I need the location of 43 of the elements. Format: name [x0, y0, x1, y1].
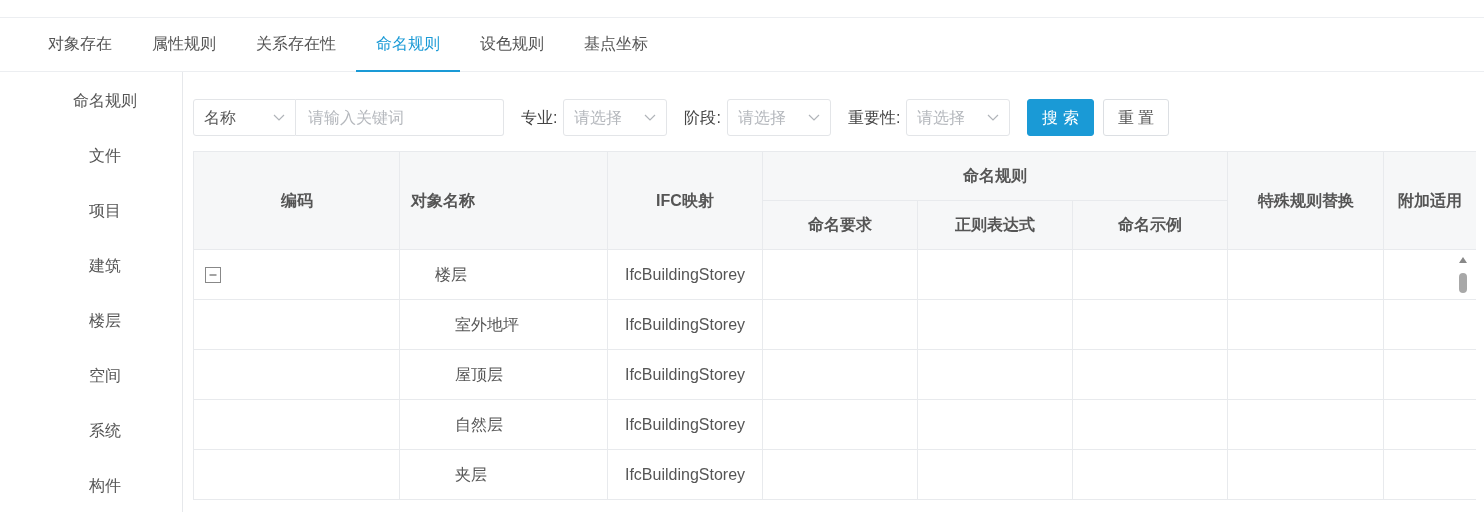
column-header: IFC映射 [607, 151, 763, 250]
table-cell: IfcBuildingStorey [607, 399, 763, 450]
column-header: 附加适用 [1383, 151, 1476, 250]
sidebar-item[interactable]: 系统 [28, 419, 182, 474]
table-cell: 室外地坪 [399, 299, 608, 350]
sidebar-item[interactable]: 文件 [28, 144, 182, 199]
sidebar-item[interactable]: 项目 [28, 199, 182, 254]
table-cell: 屋顶层 [399, 349, 608, 400]
sidebar-item[interactable]: 楼层 [28, 309, 182, 364]
tab[interactable]: 对象存在 [28, 18, 132, 72]
tab[interactable]: 设色规则 [460, 18, 564, 72]
chevron-down-icon [807, 113, 820, 122]
column-header: 编码 [193, 151, 400, 250]
table-cell: IfcBuildingStorey [607, 349, 763, 400]
sidebar-item[interactable]: 空间 [28, 364, 182, 419]
sidebar-item[interactable]: 建筑 [28, 254, 182, 309]
chevron-down-icon [644, 113, 657, 122]
column-header: 对象名称 [399, 151, 608, 250]
column-header: 命名规则 [762, 151, 1228, 201]
chevron-down-icon [987, 113, 1000, 122]
search-field[interactable]: 请输入关键词 [296, 99, 504, 136]
tab[interactable]: 关系存在性 [236, 18, 356, 72]
table-cell: 自然层 [399, 399, 608, 450]
column-header: 命名示例 [1072, 200, 1228, 250]
filter-label: 阶段: [684, 107, 721, 128]
sidebar-item[interactable]: 构件 [28, 474, 182, 512]
tab[interactable]: 基点坐标 [564, 18, 668, 72]
table-cell: IfcBuildingStorey [607, 299, 763, 350]
tab[interactable]: 属性规则 [132, 18, 236, 72]
collapse-icon[interactable] [205, 266, 221, 283]
reset-button[interactable]: 重 置 [1102, 99, 1170, 136]
field-select[interactable]: 名称 [193, 99, 296, 136]
column-header: 正则表达式 [917, 200, 1073, 250]
chevron-down-icon [273, 113, 285, 122]
sidebar-item[interactable]: 命名规则 [28, 89, 182, 144]
table-cell: 夹层 [399, 449, 608, 500]
filter-label: 专业: [521, 107, 558, 128]
table-cell: IfcBuildingStorey [607, 449, 763, 500]
filter-label: 重要性: [847, 107, 901, 128]
table-cell: IfcBuildingStorey [607, 249, 763, 300]
column-header: 命名要求 [762, 200, 918, 250]
column-header: 特殊规则替换 [1227, 151, 1384, 250]
table-cell: 楼层 [399, 249, 608, 300]
